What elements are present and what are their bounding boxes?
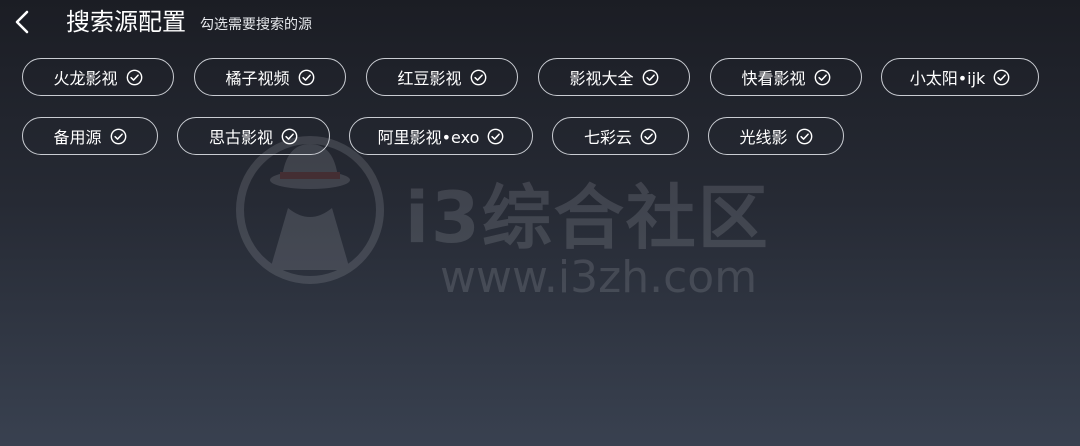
check-circle-icon [640,128,657,144]
source-chip[interactable]: 小太阳•ijk [881,58,1039,96]
check-circle-icon [642,69,658,85]
watermark-brand: i3综合社区 [405,177,770,259]
source-chip-label: 火龙影视 [53,69,118,88]
source-chip-label: 快看影视 [741,69,806,88]
source-chip-label: 橘子视频 [225,69,290,88]
source-chip[interactable]: 阿里影视•exo [349,117,533,155]
check-circle-icon [281,128,298,144]
source-chip[interactable]: 橘子视频 [194,58,346,96]
source-row-1: 火龙影视 橘子视频 红豆影视 影视大全 快看影视 小太阳•ijk [0,58,1080,98]
check-circle-icon [814,69,830,85]
source-chip[interactable]: 影视大全 [538,58,690,96]
source-chip[interactable]: 快看影视 [710,58,862,96]
source-chip[interactable]: 红豆影视 [366,58,518,96]
page-title: 搜索源配置 [66,8,186,36]
watermark: i3综合社区 www.i3zh.com [230,130,830,320]
source-chip-label: 七彩云 [583,128,632,147]
source-chip-label: 备用源 [53,128,102,147]
source-row-2: 备用源 思古影视 阿里影视•exo 七彩云 光线影 [0,117,1080,157]
check-circle-icon [796,128,812,144]
check-circle-icon [470,69,486,85]
source-chip-label: 思古影视 [208,128,273,147]
source-chip[interactable]: 光线影 [708,117,844,155]
back-button[interactable] [8,6,34,38]
source-chip[interactable]: 火龙影视 [22,58,174,96]
source-chip[interactable]: 思古影视 [177,117,330,155]
check-circle-icon [110,128,126,144]
source-chip-label: 光线影 [739,128,788,147]
source-chip-label: 影视大全 [569,69,634,88]
source-chip-label: 阿里影视•exo [377,128,480,147]
chevron-left-icon [15,10,29,34]
check-circle-icon [993,69,1010,85]
check-circle-icon [298,69,314,85]
page-subtitle: 勾选需要搜索的源 [200,17,312,33]
source-chip-label: 红豆影视 [397,69,462,88]
source-chip[interactable]: 七彩云 [552,117,689,155]
check-circle-icon [126,69,142,85]
header-bar: 搜索源配置 勾选需要搜索的源 [0,0,1080,46]
watermark-url: www.i3zh.com [440,252,758,303]
check-circle-icon [488,128,504,144]
source-chip-label: 小太阳•ijk [909,69,986,88]
source-chip[interactable]: 备用源 [22,117,158,155]
